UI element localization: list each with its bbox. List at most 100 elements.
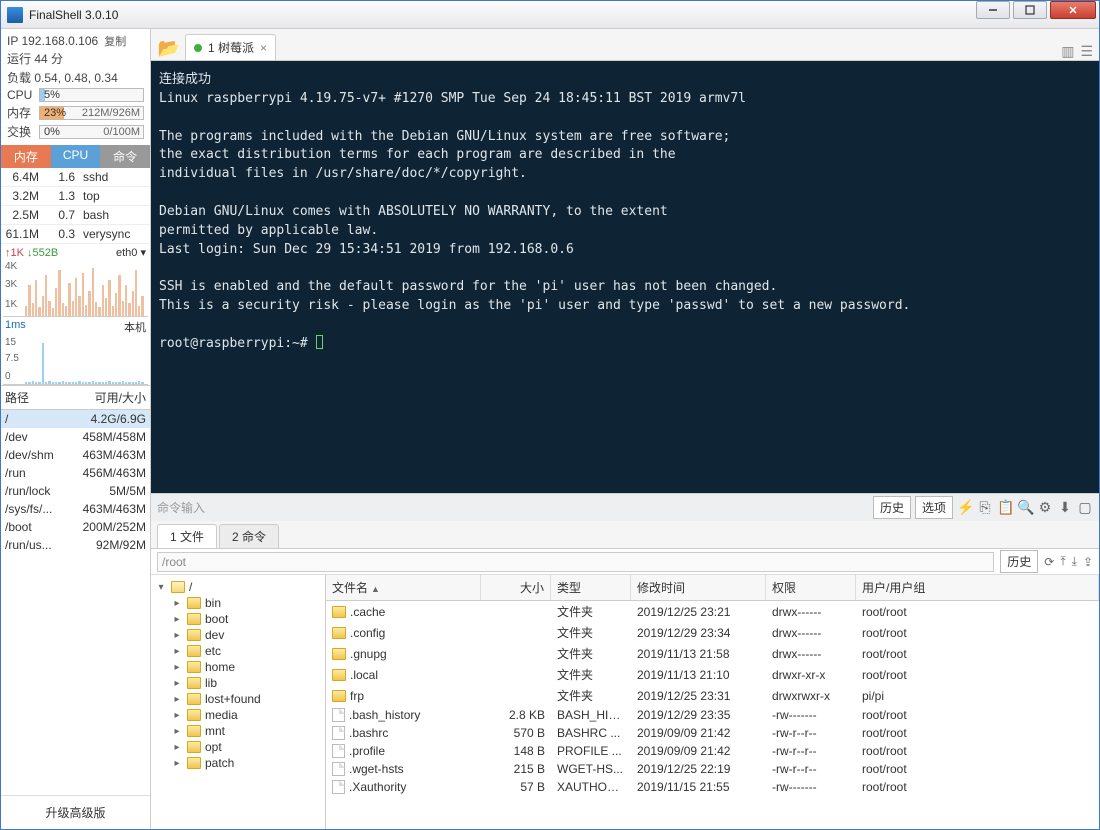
window-buttons (976, 1, 1099, 28)
maximize-button[interactable] (1013, 1, 1047, 19)
folder-icon (187, 677, 201, 689)
file-pane: 历史 ⟳ ⤒ ⤓ ⇪ ▾/ ▸bin▸boot▸dev▸etc▸home▸lib… (151, 549, 1099, 829)
bolt-icon[interactable]: ⚡ (957, 499, 973, 516)
file-row[interactable]: .local文件夹2019/11/13 21:10drwxr-xr-xroot/… (326, 664, 1099, 685)
list-view-icon[interactable]: ☰ (1080, 43, 1093, 60)
disk-row[interactable]: /dev458M/458M (1, 428, 150, 446)
upgrade-link[interactable]: 升级高级版 (1, 795, 150, 829)
tree-item[interactable]: ▸bin (153, 595, 323, 611)
file-table-header: 文件名▲ 大小 类型 修改时间 权限 用户/用户组 (326, 575, 1099, 601)
disk-row[interactable]: /boot200M/252M (1, 518, 150, 536)
file-icon (332, 708, 345, 722)
path-input[interactable] (157, 552, 994, 572)
mem-label: 内存 (7, 104, 35, 121)
file-row[interactable]: .gnupg文件夹2019/11/13 21:58drwx------root/… (326, 643, 1099, 664)
upload-icon[interactable]: ⤒ (1060, 554, 1065, 569)
fullscreen-icon[interactable]: ▢ (1077, 499, 1093, 516)
process-row[interactable]: 61.1M0.3verysync (1, 225, 150, 244)
tree-item[interactable]: ▸etc (153, 643, 323, 659)
network-row: ↑1K ↓552B eth0 ▾ (1, 244, 150, 261)
copy-ip-button[interactable]: 复制 (104, 33, 126, 49)
ping-target-dropdown[interactable]: 本机 (124, 319, 146, 335)
copy-icon[interactable]: ⎘ (977, 499, 993, 516)
folder-icon (187, 741, 201, 753)
mem-meter: 23%212M/926M (39, 106, 144, 120)
sidebar: IP 192.168.0.106 复制 运行 44 分 负载 0.54, 0.4… (1, 29, 151, 829)
close-button[interactable] (1050, 1, 1096, 19)
folder-icon (332, 690, 346, 702)
disk-header: 路径 可用/大小 (1, 385, 150, 410)
file-row[interactable]: .bash_history2.8 KBBASH_HIS...2019/12/29… (326, 706, 1099, 724)
dir-tree[interactable]: ▾/ ▸bin▸boot▸dev▸etc▸home▸lib▸lost+found… (151, 575, 326, 829)
folder-icon (332, 669, 346, 681)
terminal[interactable]: 连接成功 Linux raspberrypi 4.19.75-v7+ #1270… (151, 61, 1099, 493)
disk-row[interactable]: /run/us...92M/92M (1, 536, 150, 554)
ping-chart: 15 7.5 0 (3, 337, 148, 385)
file-row[interactable]: .Xauthority57 BXAUTHOR...2019/11/15 21:5… (326, 778, 1099, 796)
paste-icon[interactable]: 📋 (997, 499, 1013, 516)
grid-view-icon[interactable]: ▥ (1061, 43, 1074, 60)
tab-label: 1 树莓派 (208, 39, 254, 56)
disk-row[interactable]: /run/lock5M/5M (1, 482, 150, 500)
status-dot-icon (194, 44, 202, 52)
file-row[interactable]: .profile148 BPROFILE ...2019/09/09 21:42… (326, 742, 1099, 760)
folder-icon (187, 709, 201, 721)
process-table: 6.4M1.6sshd3.2M1.3top2.5M0.7bash61.1M0.3… (1, 168, 150, 244)
search-icon[interactable]: 🔍 (1017, 499, 1033, 516)
bottom-tabbar: 1 文件 2 命令 (151, 521, 1099, 549)
folder-icon (187, 597, 201, 609)
disk-row[interactable]: /run456M/463M (1, 464, 150, 482)
tree-item[interactable]: ▸boot (153, 611, 323, 627)
tree-item[interactable]: ▸lost+found (153, 691, 323, 707)
session-tab[interactable]: 1 树莓派 × (185, 34, 276, 60)
minimize-button[interactable] (976, 1, 1010, 19)
process-header: 内存 CPU 命令 (1, 145, 150, 168)
close-tab-icon[interactable]: × (260, 41, 267, 55)
download-file-icon[interactable]: ⤓ (1072, 554, 1077, 569)
path-history-button[interactable]: 历史 (1000, 550, 1038, 573)
process-row[interactable]: 3.2M1.3top (1, 187, 150, 206)
history-button[interactable]: 历史 (873, 496, 911, 519)
tree-item[interactable]: ▸opt (153, 739, 323, 755)
load-label: 负载 0.54, 0.48, 0.34 (7, 68, 144, 87)
file-row[interactable]: frp文件夹2019/12/25 23:31drwxrwxr-xpi/pi (326, 685, 1099, 706)
tree-item[interactable]: ▸media (153, 707, 323, 723)
net-interface-dropdown[interactable]: eth0 ▾ (116, 246, 146, 259)
options-button[interactable]: 选项 (915, 496, 953, 519)
folder-icon (187, 693, 201, 705)
folder-icon (332, 627, 346, 639)
download-icon[interactable]: ⬇ (1057, 499, 1073, 516)
file-row[interactable]: .wget-hsts215 BWGET-HS...2019/12/25 22:1… (326, 760, 1099, 778)
tree-item[interactable]: ▸lib (153, 675, 323, 691)
refresh-icon[interactable]: ⟳ (1044, 555, 1054, 569)
disk-row[interactable]: /4.2G/6.9G (1, 410, 150, 428)
folder-icon (187, 725, 201, 737)
file-icon (332, 780, 345, 794)
tree-root[interactable]: ▾/ (153, 579, 323, 595)
disk-row[interactable]: /dev/shm463M/463M (1, 446, 150, 464)
ip-label: IP 192.168.0.106 (7, 34, 98, 48)
tab-files[interactable]: 1 文件 (157, 524, 217, 548)
net-down: ↓552B (27, 247, 58, 259)
cpu-label: CPU (7, 88, 35, 102)
folder-icon (187, 661, 201, 673)
process-row[interactable]: 6.4M1.6sshd (1, 168, 150, 187)
command-input[interactable]: 命令输入 (157, 499, 205, 516)
disk-row[interactable]: /sys/fs/...463M/463M (1, 500, 150, 518)
process-row[interactable]: 2.5M0.7bash (1, 206, 150, 225)
open-session-icon[interactable]: 📂 (157, 36, 181, 60)
tab-commands[interactable]: 2 命令 (219, 524, 279, 548)
file-row[interactable]: .cache文件夹2019/12/25 23:21drwx------root/… (326, 601, 1099, 622)
folder-icon (187, 629, 201, 641)
swap-label: 交换 (7, 123, 35, 140)
tree-item[interactable]: ▸home (153, 659, 323, 675)
upload-dir-icon[interactable]: ⇪ (1083, 555, 1093, 569)
file-table: 文件名▲ 大小 类型 修改时间 权限 用户/用户组 .cache文件夹2019/… (326, 575, 1099, 829)
tree-item[interactable]: ▸dev (153, 627, 323, 643)
tree-item[interactable]: ▸patch (153, 755, 323, 771)
file-row[interactable]: .bashrc570 BBASHRC ...2019/09/09 21:42-r… (326, 724, 1099, 742)
cpu-meter: 5% (39, 88, 144, 102)
tree-item[interactable]: ▸mnt (153, 723, 323, 739)
gear-icon[interactable]: ⚙ (1037, 499, 1053, 516)
file-row[interactable]: .config文件夹2019/12/29 23:34drwx------root… (326, 622, 1099, 643)
